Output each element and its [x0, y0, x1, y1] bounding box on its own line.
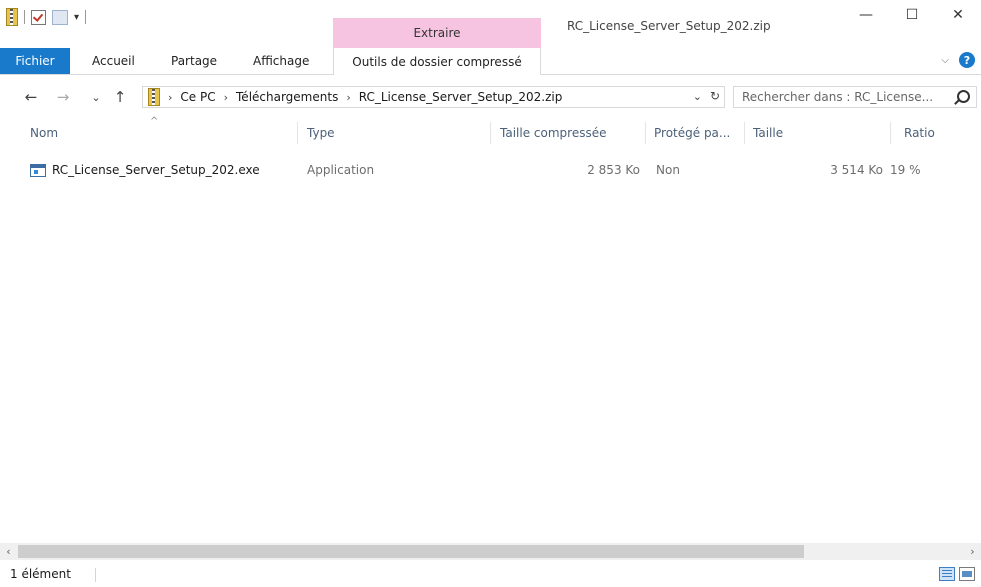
maximize-button[interactable]: ☐	[889, 0, 935, 30]
file-row[interactable]: RC_License_Server_Setup_202.exe Applicat…	[22, 158, 981, 182]
tab-home[interactable]: Accueil	[82, 48, 145, 74]
item-count: 1 élément	[10, 567, 71, 581]
zip-folder-icon	[148, 88, 160, 106]
scrollbar-thumb[interactable]	[18, 545, 804, 558]
scroll-right-icon[interactable]: ›	[964, 543, 981, 560]
chevron-right-icon[interactable]: ›	[168, 91, 172, 104]
file-explorer-window: ▾ Extraire RC_License_Server_Setup_202.z…	[0, 0, 981, 587]
zip-folder-icon	[6, 8, 18, 26]
close-button[interactable]: ✕	[935, 0, 981, 30]
up-button[interactable]: ↑	[110, 84, 130, 110]
breadcrumb-downloads[interactable]: Téléchargements	[236, 90, 338, 104]
ribbon-tabs: Fichier Accueil Partage Affichage Outils…	[0, 48, 981, 75]
file-size: 3 514 Ko	[830, 163, 883, 177]
search-input[interactable]: Rechercher dans : RC_License...	[733, 86, 977, 108]
horizontal-scrollbar[interactable]: ‹ ›	[0, 543, 981, 560]
search-placeholder: Rechercher dans : RC_License...	[742, 90, 934, 104]
navigation-bar: ← → ⌄ ↑ › Ce PC › Téléchargements › RC_L…	[0, 84, 981, 110]
customize-toolbar-icon[interactable]: ▾	[74, 12, 79, 23]
file-compressed-size: 2 853 Ko	[587, 163, 640, 177]
large-icons-view-icon[interactable]	[959, 567, 975, 581]
status-divider	[95, 568, 96, 582]
column-header-ratio[interactable]: Ratio	[891, 118, 981, 148]
back-button[interactable]: ←	[20, 84, 42, 110]
ribbon-right-controls: ⌵ ?	[941, 52, 975, 68]
tab-share[interactable]: Partage	[161, 48, 227, 74]
application-icon	[30, 163, 46, 177]
quick-access-toolbar: ▾	[6, 6, 87, 28]
file-ratio: 19 %	[890, 163, 921, 177]
column-header-size[interactable]: Taille	[745, 118, 890, 148]
file-protected: Non	[656, 163, 680, 177]
address-bar-actions: ⌄ ↻	[693, 89, 720, 103]
title-bar: ▾ Extraire RC_License_Server_Setup_202.z…	[0, 0, 981, 48]
file-name-cell[interactable]: RC_License_Server_Setup_202.exe	[30, 158, 297, 182]
column-header-compressed-size[interactable]: Taille compressée	[491, 118, 645, 148]
scroll-left-icon[interactable]: ‹	[0, 543, 17, 560]
expand-ribbon-icon[interactable]: ⌵	[941, 55, 949, 66]
refresh-icon[interactable]: ↻	[710, 89, 720, 103]
column-label: Nom	[30, 126, 59, 140]
column-headers: Nom ^ Type Taille compressée Protégé pa.…	[0, 116, 981, 148]
details-view-icon[interactable]	[939, 567, 955, 581]
window-controls: — ☐ ✕	[843, 0, 981, 30]
toolbar-divider	[24, 10, 25, 24]
column-header-password-protected[interactable]: Protégé pa...	[646, 118, 744, 148]
tab-compressed-folder-tools[interactable]: Outils de dossier compressé	[333, 48, 541, 75]
column-header-type[interactable]: Type	[298, 118, 490, 148]
sort-ascending-icon: ^	[150, 116, 159, 127]
chevron-right-icon[interactable]: ›	[346, 91, 350, 104]
minimize-button[interactable]: —	[843, 0, 889, 30]
column-header-name[interactable]: Nom ^	[0, 116, 297, 148]
window-title: RC_License_Server_Setup_202.zip	[567, 19, 771, 33]
address-bar[interactable]: › Ce PC › Téléchargements › RC_License_S…	[142, 86, 725, 108]
new-folder-icon[interactable]	[52, 9, 68, 25]
breadcrumb-zip-file[interactable]: RC_License_Server_Setup_202.zip	[359, 90, 563, 104]
properties-icon[interactable]	[31, 9, 46, 25]
chevron-right-icon[interactable]: ›	[224, 91, 228, 104]
tab-file[interactable]: Fichier	[0, 48, 70, 74]
forward-button[interactable]: →	[52, 84, 74, 110]
address-dropdown-icon[interactable]: ⌄	[693, 90, 702, 103]
tab-view[interactable]: Affichage	[243, 48, 319, 74]
file-name: RC_License_Server_Setup_202.exe	[52, 163, 260, 177]
recent-locations-button[interactable]: ⌄	[88, 84, 104, 110]
file-type: Application	[307, 163, 375, 177]
status-bar: 1 élément	[0, 562, 981, 587]
contextual-tab-group-extract[interactable]: Extraire	[333, 18, 541, 48]
toolbar-divider	[85, 10, 87, 24]
help-icon[interactable]: ?	[959, 52, 975, 68]
breadcrumb-this-pc[interactable]: Ce PC	[180, 90, 215, 104]
search-icon[interactable]	[957, 90, 970, 103]
